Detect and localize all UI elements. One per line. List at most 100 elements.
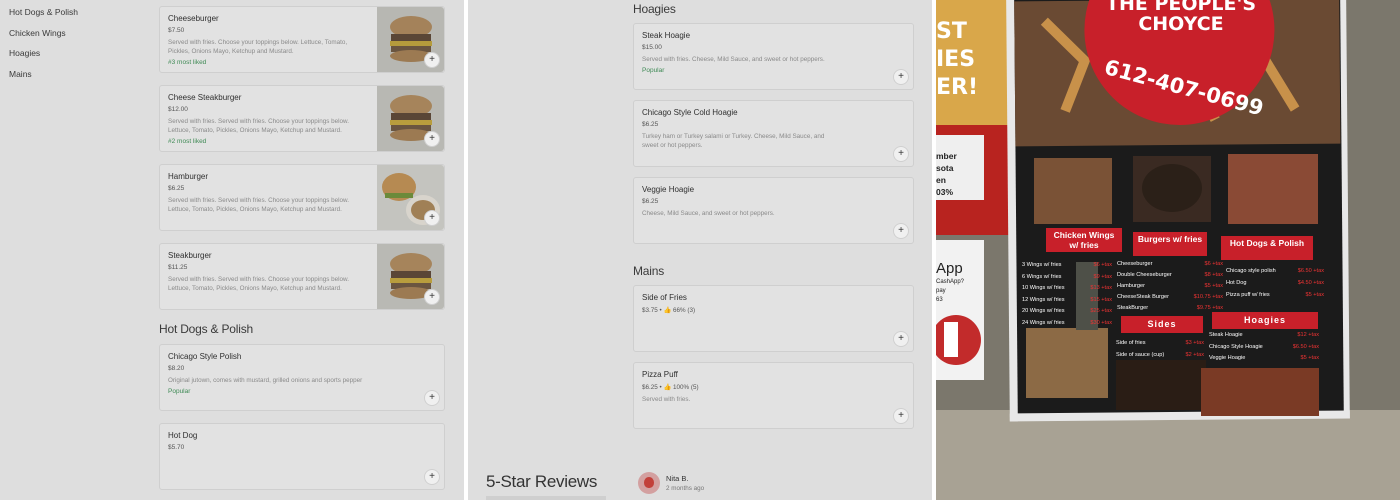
item-badge: Popular — [642, 67, 665, 74]
hoagies-item: Veggie Hoagie $5 +tax — [1209, 355, 1319, 361]
item-name: Veggie Hoagie — [642, 185, 695, 194]
item-name: Cheeseburger — [168, 14, 219, 23]
add-item-button[interactable]: + — [424, 131, 440, 147]
menu-item-card[interactable]: Chicago Style Cold Hoagie $6.25 Turkey h… — [633, 100, 914, 167]
item-price: $15.00 — [642, 44, 662, 51]
add-item-button[interactable]: + — [424, 52, 440, 68]
burgers-item: Hamburger $5 +tax — [1117, 283, 1223, 289]
menu-item-card[interactable]: Steak Hoagie $15.00 Served with fries. C… — [633, 23, 914, 90]
sidebar-item-hot-dogs[interactable]: Hot Dogs & Polish — [9, 7, 78, 28]
section-title-mains: Mains — [633, 264, 665, 278]
sides-list: Side of fries $3 +tax Side of sauce (cup)… — [1116, 337, 1204, 361]
menu-item-card[interactable]: Side of Fries $3.75 • 👍 66% (3) + — [633, 285, 914, 352]
item-name: Chicago Style Polish — [168, 352, 242, 361]
add-item-button[interactable]: + — [424, 390, 440, 406]
hotdogs-title: Hot Dogs & Polish — [1229, 238, 1305, 248]
burgers-item: Cheeseburger $6 +tax — [1117, 261, 1223, 267]
wings-item: 3 Wings w/ fries $6 +tax — [1022, 262, 1112, 268]
item-price: $5.70 — [168, 444, 185, 451]
item-description: Served with fries. Served with fries. Ch… — [168, 118, 349, 134]
item-name: Cheese Steakburger — [168, 93, 242, 102]
menu-item-card[interactable]: Steakburger $11.25 Served with fries. Se… — [159, 243, 445, 310]
poster-brand: THE PEOPLE'S CHOYCE — [1105, 0, 1257, 35]
burgers-item: Double Cheeseburger $8 +tax — [1117, 272, 1223, 278]
menu-item-card[interactable]: Pizza Puff $6.25 • 👍 100% (5) Served wit… — [633, 362, 914, 429]
menu-item-list: Cheeseburger $7.50 Served with fries. Ch… — [159, 6, 445, 500]
wall-sign-top: ST IES ER! — [936, 19, 979, 100]
menu-panel-middle: Hoagies Steak Hoagie $15.00 Served with … — [468, 0, 932, 500]
section-title-hot-dogs: Hot Dogs & Polish — [159, 322, 253, 336]
add-item-button[interactable]: + — [424, 289, 440, 305]
item-name: Pizza Puff — [642, 370, 678, 379]
menu-panel-left: Hot Dogs & Polish Chicken Wings Hoagies … — [0, 0, 464, 500]
item-price-rating: $6.25 • 👍 100% (5) — [642, 384, 699, 391]
menu-item-card[interactable]: Veggie Hoagie $6.25 Cheese, Mild Sauce, … — [633, 177, 914, 244]
menu-item-card[interactable]: Cheeseburger $7.50 Served with fries. Ch… — [159, 6, 445, 73]
add-item-button[interactable]: + — [893, 69, 909, 85]
wings-item: 24 Wings w/ fries $30 +tax — [1022, 319, 1112, 326]
hoagies-list: Steak Hoagie $12 +tax Chicago Style Hoagi… — [1209, 330, 1319, 365]
wall-sign-middle: mber sota en 03% — [936, 151, 957, 197]
app-sign: App CashApp? pay 63 — [936, 260, 965, 303]
wings-item: 10 Wings w/ fries $13 +tax — [1022, 285, 1112, 291]
wings-item: 6 Wings w/ fries $9 +tax — [1022, 273, 1112, 280]
item-description: Served with fries. Served with fries. Ch… — [168, 197, 349, 213]
review-time: 2 months ago — [666, 485, 705, 492]
item-name: Side of Fries — [642, 293, 687, 302]
sidebar-item-chicken-wings[interactable]: Chicken Wings — [9, 28, 78, 49]
item-price: $6.25 — [168, 185, 185, 192]
menu-item-card[interactable]: Cheese Steakburger $12.00 Served with fr… — [159, 85, 445, 152]
storefront-menu-photo: THE PEOPLE'S CHOYCE 612-407-0699 Chicken… — [936, 0, 1400, 500]
item-description: Served with fries. Cheese, Mild Sauce, a… — [642, 56, 825, 63]
wings-title: Chicken Wings w/ fries — [1053, 230, 1115, 250]
hoagies-item: Chicago Style Hoagie $6.50 +tax — [1209, 343, 1319, 350]
item-price: $12.00 — [168, 106, 188, 113]
item-name: Steak Hoagie — [642, 31, 691, 40]
add-item-button[interactable]: + — [893, 331, 909, 347]
hotdogs-item: Hot Dog $4.50 +tax — [1226, 280, 1324, 286]
add-item-button[interactable]: + — [893, 223, 909, 239]
menu-item-card[interactable]: Hot Dog $5.70 + — [159, 423, 445, 490]
sides-title: Sides — [1147, 319, 1177, 329]
burgers-item: SteakBurger $9.75 +tax — [1117, 305, 1223, 311]
item-price: $11.25 — [168, 264, 188, 271]
item-description: Original jutown, comes with mustard, gri… — [168, 377, 363, 384]
avatar — [638, 472, 660, 494]
sides-item: Side of fries $3 +tax — [1116, 340, 1204, 346]
item-price: $6.25 — [642, 198, 659, 205]
item-name: Hot Dog — [168, 431, 198, 440]
add-item-button[interactable]: + — [424, 469, 440, 485]
reviews-section-title: 5-Star Reviews — [486, 472, 598, 491]
add-item-button[interactable]: + — [893, 146, 909, 162]
section-title-hoagies: Hoagies — [633, 2, 676, 16]
sidebar-item-mains[interactable]: Mains — [9, 69, 78, 90]
item-price: $8.20 — [168, 365, 185, 372]
hotdogs-item: Pizza puff w/ fries $5 +tax — [1226, 292, 1324, 298]
hoagies-title: Hoagies — [1243, 315, 1286, 325]
wings-item: 20 Wings w/ fries $25 +tax — [1022, 308, 1112, 314]
item-description: Served with fries. Served with fries. Ch… — [168, 276, 349, 292]
menu-item-card[interactable]: Hamburger $6.25 Served with fries. Serve… — [159, 164, 445, 231]
item-name: Chicago Style Cold Hoagie — [642, 108, 738, 117]
item-name: Steakburger — [168, 251, 212, 260]
menu-item-card[interactable]: Chicago Style Polish $8.20 Original juto… — [159, 344, 445, 411]
item-badge: #3 most liked — [168, 59, 207, 66]
category-sidebar: Hot Dogs & Polish Chicken Wings Hoagies … — [9, 7, 78, 89]
item-badge: Popular — [168, 388, 191, 395]
item-description: Served with fries. Choose your toppings … — [168, 39, 348, 55]
burgers-title: Burgers w/ fries — [1137, 234, 1203, 244]
item-price: $6.25 — [642, 121, 659, 128]
item-description: Served with fries. — [642, 396, 691, 403]
wings-list: 3 Wings w/ fries $6 +tax 6 Wings w/ fries… — [1022, 260, 1112, 329]
add-item-button[interactable]: + — [893, 408, 909, 424]
item-price: $7.50 — [168, 27, 185, 34]
burgers-item: CheeseSteak Burger $10.75 +tax — [1117, 294, 1223, 300]
add-item-button[interactable]: + — [424, 210, 440, 226]
hoagies-item: Steak Hoagie $12 +tax — [1209, 332, 1319, 338]
sidebar-item-hoagies[interactable]: Hoagies — [9, 48, 78, 69]
wings-item: 12 Wings w/ fries $15 +tax — [1022, 296, 1112, 303]
item-description: Cheese, Mild Sauce, and sweet or hot pep… — [642, 210, 775, 217]
sides-item: Side of sauce (cup) $2 +tax — [1116, 352, 1204, 358]
item-price-rating: $3.75 • 👍 66% (3) — [642, 307, 696, 314]
reviewer-name: Nita B. — [666, 474, 689, 483]
